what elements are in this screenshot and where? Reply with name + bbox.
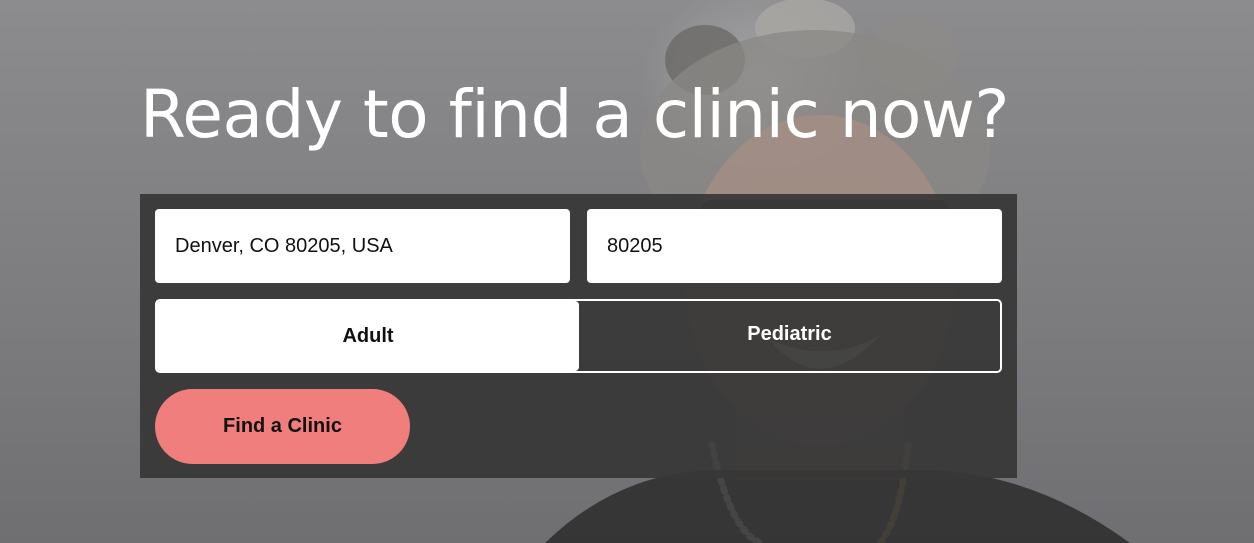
location-input-value: Denver, CO 80205, USA [175,234,393,257]
location-input[interactable]: Denver, CO 80205, USA [155,209,570,283]
patient-type-toggle: Adult Pediatric [155,299,1002,373]
page-headline: Ready to find a clinic now? [140,76,1009,153]
patient-type-adult-option[interactable]: Adult [157,301,579,371]
zip-code-input-value: 80205 [607,234,663,257]
patient-type-pediatric-option[interactable]: Pediatric [579,301,1000,371]
find-a-clinic-button[interactable]: Find a Clinic [155,389,410,464]
clinic-search-panel: Denver, CO 80205, USA 80205 Adult Pediat… [140,194,1017,478]
zip-code-input[interactable]: 80205 [587,209,1002,283]
